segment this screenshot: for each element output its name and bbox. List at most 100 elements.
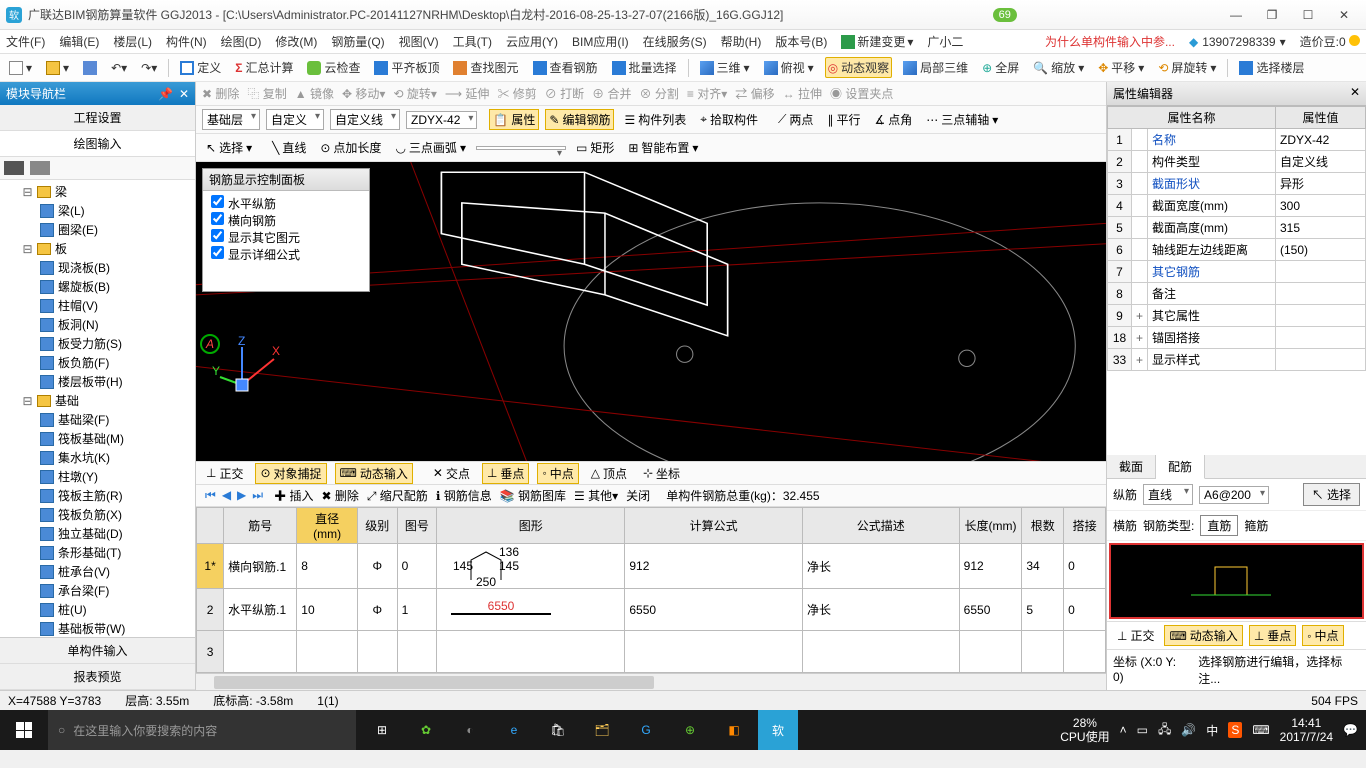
property-row[interactable]: 4截面宽度(mm)300 [1108, 195, 1366, 217]
other-button[interactable]: ☰ 其他▾ [574, 487, 618, 504]
rebar-lib-button[interactable]: 📚 钢筋图库 [500, 487, 566, 504]
tree-item[interactable]: ⊟基础 [0, 391, 195, 410]
opt-show-formula[interactable]: 显示详细公式 [211, 246, 361, 263]
rebar-row[interactable]: 1*横向钢筋.18Φ0250145145136912净长912340 [197, 544, 1106, 589]
menu-edit[interactable]: 编辑(E) [59, 33, 99, 50]
tab-single-input[interactable]: 单构件输入 [0, 638, 195, 664]
tray-up-icon[interactable]: ˄ [1120, 723, 1127, 737]
two-point-button[interactable]: ⟋ 两点 [774, 109, 817, 130]
user-account[interactable]: ◆13907298339 ▾ [1189, 35, 1286, 49]
sum-button[interactable]: Σ∑ 汇总计算 汇总计算 [232, 57, 296, 78]
find-button[interactable]: 查找图元 [450, 57, 521, 78]
three-aux-button[interactable]: ⋯ 三点辅轴▾ [922, 109, 1002, 130]
undo-button[interactable]: ↶▾ [108, 59, 130, 77]
property-row[interactable]: 2构件类型自定义线 [1108, 151, 1366, 173]
merge-button[interactable]: ⊕ 合并 [592, 85, 631, 102]
redo-button[interactable]: ↷▾ [138, 59, 160, 77]
tree-item[interactable]: 条形基础(T) [0, 543, 195, 562]
tree-item[interactable]: 独立基础(D) [0, 524, 195, 543]
component-combo[interactable]: ZDYX-42 [406, 111, 477, 129]
rotate-button[interactable]: ⟲ 旋转▾ [393, 85, 436, 102]
rp-perp[interactable]: ⊥ 垂点 [1249, 625, 1296, 646]
tab-project-settings[interactable]: 工程设置 [0, 105, 195, 131]
parallel-button[interactable]: ∥ 平行 [823, 109, 864, 130]
property-table[interactable]: 属性名称属性值 1名称ZDYX-422构件类型自定义线3截面形状异形4截面宽度(… [1107, 106, 1366, 371]
property-row[interactable]: 1名称ZDYX-42 [1108, 129, 1366, 151]
menu-modify[interactable]: 修改(M) [275, 33, 317, 50]
restore-button[interactable]: ❐ [1262, 8, 1282, 22]
line-button[interactable]: ╲ 直线 [268, 137, 310, 158]
tree-item[interactable]: 集水坑(K) [0, 448, 195, 467]
local-3d-button[interactable]: 局部三维 [900, 57, 971, 78]
batch-select-button[interactable]: 批量选择 [609, 57, 680, 78]
warning-link[interactable]: 为什么单构件输入中参... [1045, 33, 1175, 50]
collapse-icon[interactable] [30, 161, 50, 175]
rebar-display-panel[interactable]: 钢筋显示控制面板 水平纵筋 横向钢筋 显示其它图元 显示详细公式 [202, 168, 370, 292]
close-rebar-button[interactable]: 关闭 [626, 487, 650, 504]
fullscreen-button[interactable]: ⊕全屏 [979, 57, 1022, 78]
menu-file[interactable]: 文件(F) [6, 33, 45, 50]
cross-snap[interactable]: ✕ 交点 [429, 464, 474, 483]
tray-net-icon[interactable]: 🖧 [1158, 720, 1171, 741]
tree-item[interactable]: 筏板主筋(R) [0, 486, 195, 505]
new-change-button[interactable]: 新建变更 ▾ [841, 33, 913, 50]
pick-floor-button[interactable]: 选择楼层 [1236, 57, 1307, 78]
tree-item[interactable]: ⊟梁 [0, 182, 195, 201]
sidebar-close-icon[interactable]: ✕ [179, 87, 189, 101]
tree-item[interactable]: 柱墩(Y) [0, 467, 195, 486]
tab-rebar-config[interactable]: 配筋 [1156, 455, 1205, 479]
save-button[interactable] [80, 59, 100, 77]
menu-component[interactable]: 构件(N) [166, 33, 207, 50]
pick-component-button[interactable]: ⌖ 拾取构件 [696, 109, 762, 130]
start-button[interactable] [0, 710, 48, 750]
property-row[interactable]: 6轴线距左边线距离(150) [1108, 239, 1366, 261]
long-spec-combo[interactable]: A6@200 [1199, 486, 1269, 504]
tree-item[interactable]: 基础板带(W) [0, 619, 195, 637]
tree-item[interactable]: 板受力筋(S) [0, 334, 195, 353]
stretch-button[interactable]: ↔ 拉伸 [783, 85, 822, 102]
property-row[interactable]: 8备注 [1108, 283, 1366, 305]
mirror-button[interactable]: ▲ 镜像 [295, 85, 334, 102]
nav-arrows[interactable]: ⏮◀▶⏭ [202, 488, 266, 503]
tree-item[interactable]: 桩(U) [0, 600, 195, 619]
property-row[interactable]: 9+其它属性 [1108, 305, 1366, 327]
long-type-combo[interactable]: 直线 [1143, 484, 1193, 505]
rp-mid[interactable]: ◦ 中点 [1302, 625, 1343, 646]
taskbar-app-3[interactable]: G [626, 710, 666, 750]
tray-gpu-icon[interactable]: ▭ [1137, 723, 1148, 737]
setpoint-button[interactable]: ◉ 设置夹点 [830, 85, 893, 102]
trim-button[interactable]: ✂ 修剪 [497, 85, 536, 102]
draw-options-combo[interactable] [476, 146, 566, 150]
rebar-preview[interactable] [1109, 543, 1364, 619]
taskbar-explorer[interactable]: 🗂 [582, 710, 622, 750]
taskbar-store[interactable]: 🛍 [538, 710, 578, 750]
component-tree[interactable]: ⊟梁梁(L)圈梁(E)⊟板现浇板(B)螺旋板(B)柱帽(V)板洞(N)板受力筋(… [0, 180, 195, 637]
close-button[interactable]: ✕ [1334, 8, 1354, 22]
menu-rebar[interactable]: 钢筋量(Q) [331, 33, 384, 50]
menu-help[interactable]: 帮助(H) [721, 33, 762, 50]
tree-item[interactable]: 圈梁(E) [0, 220, 195, 239]
menu-view[interactable]: 视图(V) [399, 33, 439, 50]
flat-button[interactable]: 平齐板顶 [371, 57, 442, 78]
menu-bim[interactable]: BIM应用(I) [572, 33, 629, 50]
3d-viewport[interactable]: A 钢筋显示控制面板 水平纵筋 横向钢筋 显示其它图元 显示详细公式 X Y Z [196, 162, 1106, 461]
view-rebar-button[interactable]: 查看钢筋 [530, 57, 601, 78]
3d-button[interactable]: 三维▾ [697, 57, 753, 78]
tab-section[interactable]: 截面 [1107, 455, 1156, 478]
new-button[interactable]: ▾ [6, 59, 35, 77]
split-button[interactable]: ⊗ 分割 [640, 85, 679, 102]
osnap-toggle[interactable]: ⊙ 对象捕捉 [255, 463, 326, 484]
rebar-row[interactable]: 3 [197, 631, 1106, 673]
property-row[interactable]: 18+锚固搭接 [1108, 327, 1366, 349]
taskbar-app-1[interactable]: ✿ [406, 710, 446, 750]
tab-report-preview[interactable]: 报表预览 [0, 664, 195, 690]
select-button[interactable]: ↖ 选择▾ [202, 137, 256, 158]
coin-balance[interactable]: 造价豆:0 [1300, 33, 1360, 50]
ortho-toggle[interactable]: ⊥ 正交 [202, 464, 247, 483]
tray-ime-icon[interactable]: 中 [1206, 722, 1218, 739]
property-row[interactable]: 33+显示样式 [1108, 349, 1366, 371]
tray-notifications-icon[interactable]: 💬 [1343, 723, 1358, 737]
task-view-icon[interactable]: ⊞ [362, 710, 402, 750]
scale-button[interactable]: ⤢ 缩尺配筋 [367, 487, 428, 504]
component-list-button[interactable]: ☰ 构件列表 [620, 109, 690, 130]
